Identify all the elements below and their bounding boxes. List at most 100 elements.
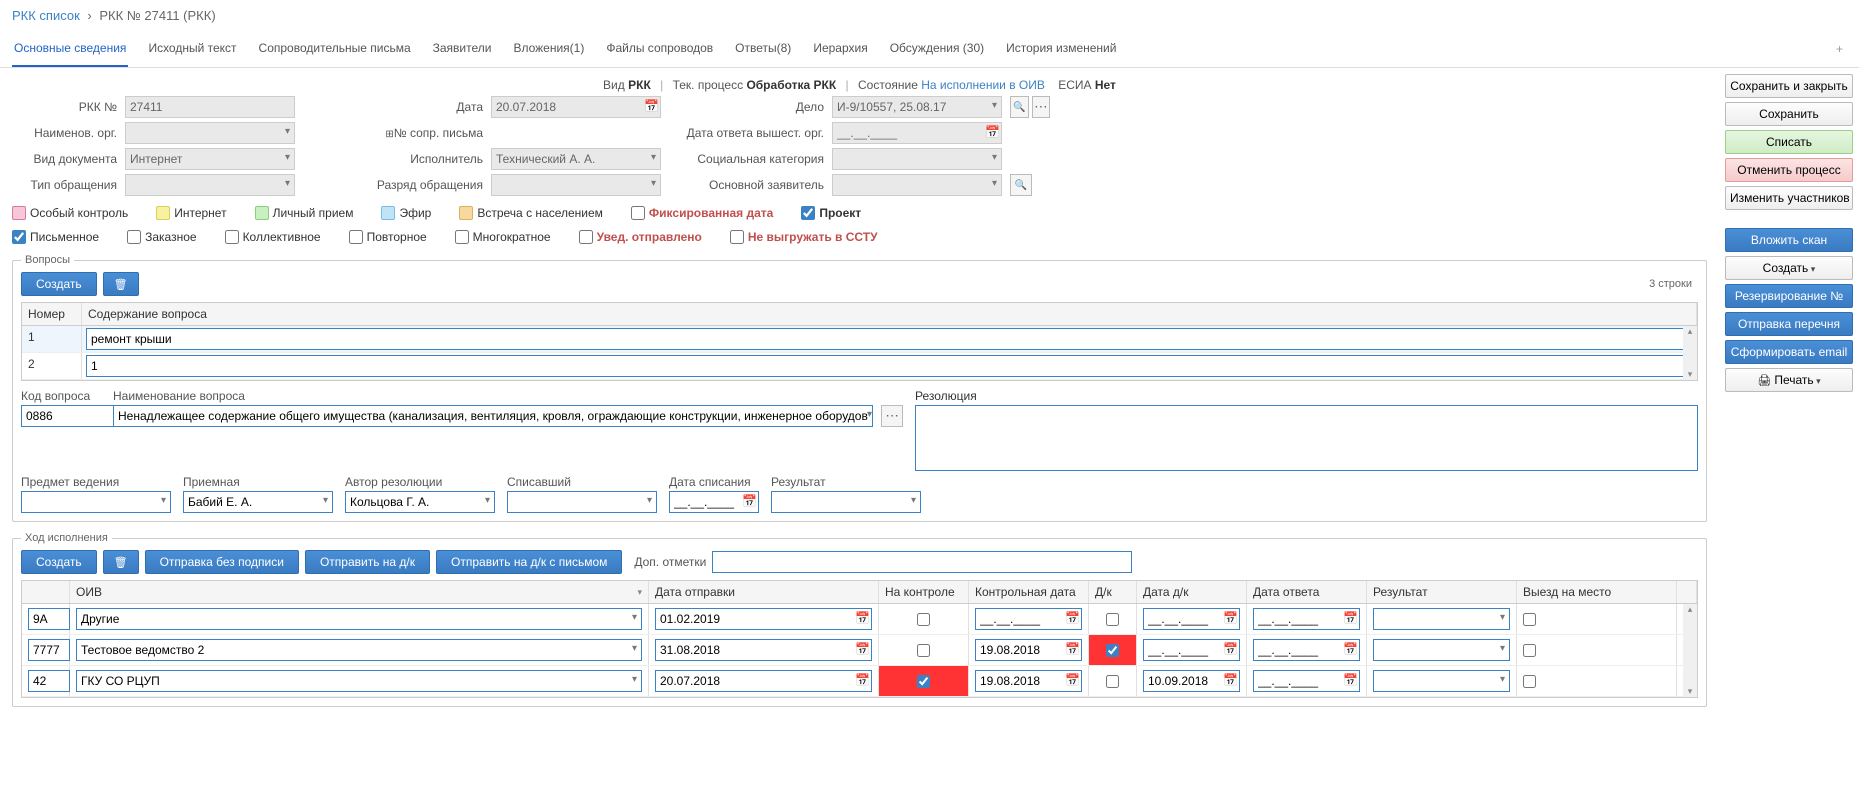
attach-scan-button[interactable]: Вложить скан [1725, 228, 1853, 252]
dk-checkbox[interactable] [1106, 644, 1119, 657]
writeoff-button[interactable]: Списать [1725, 130, 1853, 154]
dk-date-input[interactable] [1143, 608, 1240, 630]
doc-type-select[interactable] [125, 148, 295, 170]
chk-fixed[interactable]: Фиксированная дата [631, 206, 773, 220]
breadcrumb-root[interactable]: РКК список [12, 8, 80, 23]
col-ctrl[interactable]: На контроле [879, 581, 969, 603]
ctrl-date-input[interactable] [975, 639, 1082, 661]
tab-7[interactable]: Иерархия [811, 31, 869, 67]
chk-notif[interactable]: Увед. отправлено [579, 230, 702, 244]
scrollbar[interactable]: ▴▾ [1683, 326, 1697, 380]
tab-3[interactable]: Заявители [431, 31, 494, 67]
col-oiv[interactable]: ОИВ ▾ [70, 581, 649, 603]
delo-more-icon[interactable] [1032, 96, 1051, 118]
dk-date-input[interactable] [1143, 639, 1240, 661]
question-content-input[interactable] [86, 328, 1692, 350]
chk-zakaz[interactable]: Заказное [127, 230, 196, 244]
chk-multi[interactable]: Многократное [455, 230, 551, 244]
ctrl-date-input[interactable] [975, 670, 1082, 692]
ctrl-checkbox[interactable] [917, 675, 930, 688]
oiv-code-input[interactable] [28, 608, 70, 630]
subj-select[interactable] [21, 491, 171, 513]
cancel-process-button[interactable]: Отменить процесс [1725, 158, 1853, 182]
tab-8[interactable]: Обсуждения (30) [888, 31, 986, 67]
soc-cat-select[interactable] [832, 148, 1002, 170]
qname-select[interactable] [113, 405, 873, 427]
change-participants-button[interactable]: Изменить участников [1725, 186, 1853, 210]
exec-row[interactable]: 📅 📅 📅 📅 [22, 666, 1697, 697]
questions-create-button[interactable]: Создать [21, 272, 97, 296]
tab-4[interactable]: Вложения(1) [511, 31, 586, 67]
ans-date-input[interactable] [1253, 639, 1360, 661]
oiv-code-input[interactable] [28, 639, 70, 661]
exec-row[interactable]: 📅 📅 📅 📅 [22, 635, 1697, 666]
sent-date-input[interactable] [655, 608, 872, 630]
resol-textarea[interactable] [915, 405, 1698, 471]
ctrl-checkbox[interactable] [917, 644, 930, 657]
main-appl-select[interactable] [832, 174, 1002, 196]
reserve-number-button[interactable]: Резервирование № [1725, 284, 1853, 308]
spisdate-input[interactable] [669, 491, 759, 513]
question-row[interactable]: 2 [22, 353, 1697, 380]
oiv-name-select[interactable] [76, 608, 642, 630]
spis-select[interactable] [507, 491, 657, 513]
col-content[interactable]: Содержание вопроса [82, 303, 1697, 325]
result-select[interactable] [1373, 639, 1510, 661]
dk-checkbox[interactable] [1106, 675, 1119, 688]
col-sent[interactable]: Дата отправки [649, 581, 879, 603]
tab-0[interactable]: Основные сведения [12, 31, 128, 67]
ctrl-checkbox[interactable] [917, 613, 930, 626]
send-dk-button[interactable]: Отправить на д/к [305, 550, 430, 574]
exec-create-button[interactable]: Создать [21, 550, 97, 574]
chk-collective[interactable]: Коллективное [225, 230, 321, 244]
form-email-button[interactable]: Сформировать email [1725, 340, 1853, 364]
tab-6[interactable]: Ответы(8) [733, 31, 793, 67]
tab-2[interactable]: Сопроводительные письма [257, 31, 413, 67]
save-close-button[interactable]: Сохранить и закрыть [1725, 74, 1853, 98]
author-select[interactable] [345, 491, 495, 513]
send-nosign-button[interactable]: Отправка без подписи [145, 550, 299, 574]
ispol-select[interactable] [491, 148, 661, 170]
oiv-name-select[interactable] [76, 670, 642, 692]
oiv-code-input[interactable] [28, 670, 70, 692]
send-list-button[interactable]: Отправка перечня [1725, 312, 1853, 336]
extra-input[interactable] [712, 551, 1132, 573]
delo-search-icon[interactable] [1010, 96, 1029, 118]
delo-select[interactable] [832, 96, 1002, 118]
qname-more-icon[interactable] [881, 405, 903, 427]
save-button[interactable]: Сохранить [1725, 102, 1853, 126]
question-row[interactable]: 1 [22, 326, 1697, 353]
col-visit[interactable]: Выезд на место [1517, 581, 1677, 603]
tab-9[interactable]: История изменений [1004, 31, 1118, 67]
org-select[interactable] [125, 122, 295, 144]
exec-delete-button[interactable] [103, 550, 139, 574]
col-num[interactable]: Номер [22, 303, 82, 325]
razr-select[interactable] [491, 174, 661, 196]
exec-row[interactable]: 📅 📅 📅 📅 [22, 604, 1697, 635]
print-button[interactable]: Печать [1725, 368, 1853, 392]
ans-date-input[interactable] [1253, 670, 1360, 692]
result-select[interactable] [1373, 608, 1510, 630]
col-result[interactable]: Результат [1367, 581, 1517, 603]
tab-5[interactable]: Файлы сопроводов [604, 31, 715, 67]
main-appl-search-icon[interactable] [1010, 174, 1032, 196]
sent-date-input[interactable] [655, 670, 872, 692]
chk-nosstu[interactable]: Не выгружать в ССТУ [730, 230, 878, 244]
state-link[interactable]: На исполнении в ОИВ [921, 78, 1045, 92]
visit-checkbox[interactable] [1523, 613, 1536, 626]
question-content-input[interactable] [86, 355, 1692, 377]
col-dkdate[interactable]: Дата д/к [1137, 581, 1247, 603]
add-tab-icon[interactable]: + [1832, 32, 1847, 66]
oiv-name-select[interactable] [76, 639, 642, 661]
visit-checkbox[interactable] [1523, 644, 1536, 657]
priem-select[interactable] [183, 491, 333, 513]
chk-project[interactable]: Проект [801, 206, 861, 220]
visit-checkbox[interactable] [1523, 675, 1536, 688]
chk-repeat[interactable]: Повторное [349, 230, 427, 244]
ans-date-input[interactable] [1253, 608, 1360, 630]
sent-date-input[interactable] [655, 639, 872, 661]
ctrl-date-input[interactable] [975, 608, 1082, 630]
dk-checkbox[interactable] [1106, 613, 1119, 626]
qresult-select[interactable] [771, 491, 921, 513]
result-select[interactable] [1373, 670, 1510, 692]
